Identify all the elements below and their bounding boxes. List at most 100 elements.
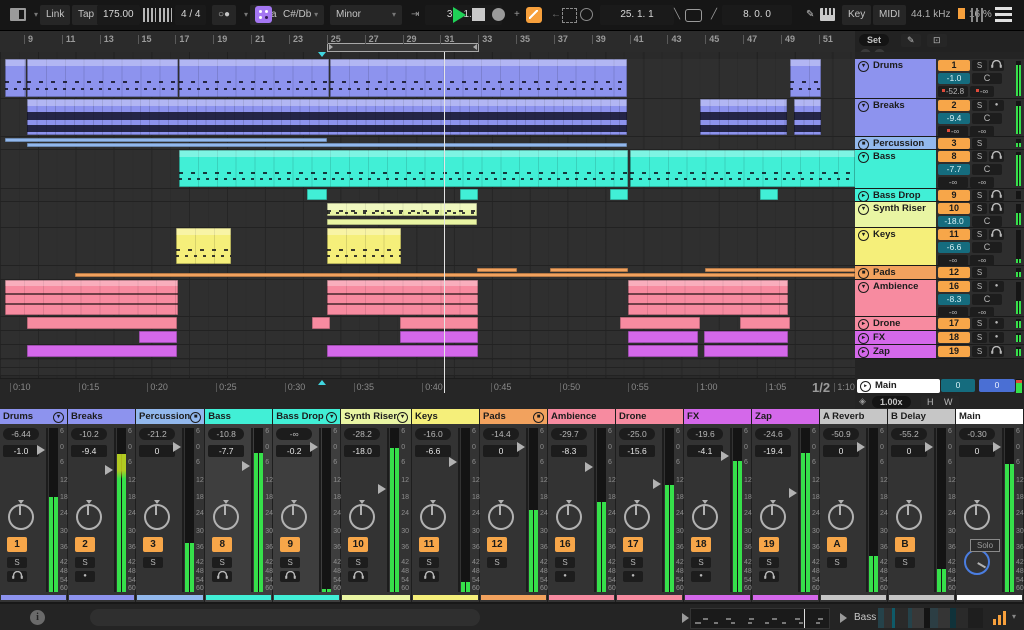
fader-value[interactable]: -15.6 (619, 445, 656, 457)
track-number-button[interactable]: 17 (938, 318, 970, 329)
fader-handle[interactable] (37, 445, 45, 456)
track-lane-drone[interactable] (0, 317, 855, 331)
track-number-button[interactable]: 18 (938, 332, 970, 343)
menu-icon[interactable] (995, 7, 1012, 22)
scale-mode-icon[interactable] (255, 6, 272, 23)
mixer-solo-button[interactable]: S (487, 557, 508, 568)
mixer-monitor-cue-button[interactable] (348, 570, 369, 582)
monitor-arm-button[interactable]: ● (989, 100, 1004, 111)
peak-value[interactable]: -16.0 (415, 428, 452, 440)
monitor-cue-button[interactable] (989, 150, 1004, 162)
pan-knob[interactable] (349, 500, 376, 530)
clip-ambience[interactable] (628, 280, 788, 315)
mixer-solo-button[interactable]: S (827, 557, 848, 568)
clip-bass-drop[interactable] (307, 189, 327, 200)
track-name-zap[interactable]: ▸ Zap (855, 345, 936, 358)
clip-zap[interactable] (327, 345, 478, 357)
pan-field[interactable]: C (972, 216, 1002, 227)
monitor-arm-button[interactable]: ● (989, 332, 1004, 343)
mixer-monitor-cue-button[interactable] (7, 570, 27, 582)
zoom-width-button[interactable]: W (938, 396, 959, 408)
clip-bass-drop[interactable] (460, 189, 478, 200)
mixer-fold-icon[interactable]: ▾ (326, 411, 338, 423)
track-name-pads[interactable]: ■ Pads (855, 266, 936, 279)
clip-ambience[interactable] (5, 280, 178, 315)
track-name-keys[interactable]: ▾ Keys (855, 228, 936, 265)
volume-field[interactable]: -9.4 (938, 113, 970, 124)
fader-track[interactable] (730, 428, 733, 592)
mixer-track-number-button[interactable]: 16 (555, 537, 576, 552)
mixer-solo-button[interactable]: S (143, 557, 163, 568)
main-fold-icon[interactable]: ▸ (860, 381, 871, 392)
peak-value[interactable]: -∞ (276, 428, 313, 440)
clip-zap[interactable] (704, 345, 788, 357)
mixer-fold-icon[interactable]: ■ (190, 411, 202, 423)
track-header-zap[interactable]: ▸ Zap 19 S (855, 345, 1024, 359)
solo-button[interactable]: S (972, 138, 987, 149)
fader-value[interactable]: 0 (959, 445, 996, 457)
solo-button[interactable]: S (972, 229, 987, 240)
zoom-diamond-icon[interactable]: ◈ (859, 396, 866, 407)
clip-drone[interactable] (400, 317, 478, 329)
track-lane-bass[interactable] (0, 150, 855, 189)
monitor-cue-button[interactable] (989, 202, 1004, 214)
track-number-button[interactable]: 8 (938, 151, 970, 162)
solo-button[interactable]: S (972, 318, 987, 329)
fader-track[interactable] (798, 428, 801, 592)
fader-track[interactable] (114, 428, 116, 592)
fold-icon[interactable]: ▾ (858, 61, 869, 72)
track-number-button[interactable]: 16 (938, 281, 970, 292)
track-header-keys[interactable]: ▾ Keys 11 S -6.6 C -∞ -∞ (855, 228, 1024, 266)
mixer-track-number-button[interactable]: 19 (759, 537, 780, 552)
clip-keys[interactable] (176, 228, 231, 264)
track-header-bass[interactable]: ▾ Bass 8 S -7.7 C -∞ -∞ (855, 150, 1024, 189)
track-header-fx[interactable]: ▸ FX 18 S ● (855, 331, 1024, 345)
mixer-track-number-button[interactable]: 3 (143, 537, 163, 552)
pan-knob[interactable] (692, 500, 719, 530)
solo-button[interactable]: S (972, 332, 987, 343)
track-number-button[interactable]: 9 (938, 190, 970, 201)
track-lane-percussion[interactable] (0, 137, 855, 150)
clip-pads[interactable] (705, 268, 855, 272)
fader-handle[interactable] (242, 460, 251, 471)
fader-track[interactable] (934, 428, 937, 592)
clip-synth-riser[interactable] (327, 219, 477, 225)
solo-button[interactable]: S (972, 346, 987, 357)
mixer-track-number-button[interactable]: 11 (419, 537, 440, 552)
fold-icon[interactable]: ▾ (858, 282, 869, 293)
peak-value[interactable]: -6.44 (3, 428, 39, 440)
solo-button[interactable]: S (972, 267, 987, 278)
fold-icon[interactable]: ▸ (858, 191, 869, 202)
track-number-button[interactable]: 19 (938, 346, 970, 357)
mixer-track-number-button[interactable]: 10 (348, 537, 369, 552)
clip-pads[interactable] (550, 268, 628, 272)
fader-handle[interactable] (585, 462, 594, 473)
bar-ruler[interactable]: 9 11 13 15 17 19 21 23 25 27 29 31 33 35 37 39 41 43 45 47 4… (0, 31, 855, 53)
clip-bass[interactable] (630, 150, 855, 187)
punch-out-icon[interactable]: ╱ (705, 5, 723, 25)
monitor-arm-button[interactable]: ● (989, 281, 1004, 292)
fader-value[interactable]: -6.6 (415, 445, 452, 457)
pan-field[interactable]: C (972, 242, 1002, 253)
computer-midi-keyboard-icon[interactable] (820, 8, 835, 21)
fader-track[interactable] (46, 428, 48, 592)
peak-value[interactable]: -55.2 (891, 428, 928, 440)
peak-value[interactable]: -50.9 (823, 428, 860, 440)
stop-button[interactable] (472, 8, 485, 21)
draw-mode-icon[interactable]: ✎ (800, 5, 820, 25)
track-lane-keys[interactable] (0, 228, 855, 266)
scale-name-menu[interactable]: Minor ▾ (330, 5, 402, 25)
fader-value[interactable]: -4.1 (687, 445, 724, 457)
pan-knob[interactable] (760, 500, 787, 530)
scale-root-menu[interactable]: C#/Db ▾ (277, 5, 325, 25)
peak-value[interactable]: -10.2 (71, 428, 107, 440)
track-number-button[interactable]: 2 (938, 100, 970, 111)
fader-handle[interactable] (993, 441, 1002, 452)
clip-bass-drop[interactable] (610, 189, 628, 200)
fader-value[interactable]: -9.4 (71, 445, 107, 457)
clip-ambience[interactable] (327, 280, 478, 315)
clip-drone[interactable] (27, 317, 177, 329)
solo-button[interactable]: S (972, 203, 987, 214)
device-chain-preview[interactable] (878, 608, 983, 628)
monitor-arm-button[interactable]: ● (989, 318, 1004, 329)
